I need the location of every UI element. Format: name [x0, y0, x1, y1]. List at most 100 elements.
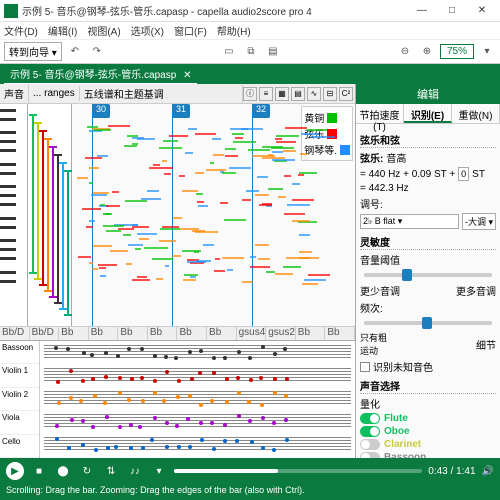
- bar-number[interactable]: 31: [172, 104, 190, 118]
- coarse-label: 只有粗 运动: [360, 331, 387, 357]
- voice-toggle[interactable]: Clarinet: [360, 439, 496, 450]
- staves[interactable]: [40, 341, 355, 458]
- loop-button[interactable]: ↻: [78, 462, 96, 480]
- chord-cell[interactable]: Bb: [118, 327, 148, 340]
- grid2-icon[interactable]: ▦: [275, 87, 289, 101]
- score-view[interactable]: BassoonViolin 1Violin 2ViolaCello: [0, 340, 355, 458]
- zoom-in-icon[interactable]: ⊕: [418, 43, 436, 61]
- doc-icon[interactable]: ▤: [264, 43, 282, 61]
- maximize-button[interactable]: □: [438, 1, 466, 21]
- chord-cell[interactable]: gsus2: [266, 327, 296, 340]
- chord-cell[interactable]: Bb: [177, 327, 207, 340]
- record-button[interactable]: ⬤: [54, 462, 72, 480]
- bar-number[interactable]: 30: [92, 104, 110, 118]
- editor-subheader: 声音 ... ranges 五线谱和主题基调 ⓘ ≡ ▦ ▤ ∿ ⊟ C²: [0, 84, 355, 104]
- freq-slider[interactable]: [364, 321, 492, 325]
- st-spinner[interactable]: 0: [458, 167, 469, 181]
- volume-slider[interactable]: [364, 273, 492, 277]
- tab-tempo[interactable]: 节拍速度(T): [356, 104, 404, 123]
- quantize-label: 量化: [360, 396, 496, 411]
- zoom-level[interactable]: 75%: [440, 44, 474, 59]
- voice-toggle[interactable]: Oboe: [360, 426, 496, 437]
- progress-bar[interactable]: [174, 469, 422, 473]
- zoom-out-icon[interactable]: ⊖: [396, 43, 414, 61]
- tab-close-icon[interactable]: ✕: [183, 70, 191, 81]
- time-display: 0:43 / 1:41: [428, 466, 475, 477]
- section-strings: 弦乐和弦: [360, 132, 496, 148]
- fewer-label: 更少音调: [360, 283, 400, 298]
- bar-number[interactable]: 32: [252, 104, 270, 118]
- play-button[interactable]: ▶: [6, 462, 24, 480]
- grid1-icon[interactable]: ≡: [259, 87, 273, 101]
- col-staff[interactable]: 五线谱和主题基调: [80, 84, 243, 103]
- metronome-button[interactable]: ♪♪: [126, 462, 144, 480]
- tab-label: 示例 5- 音乐@钢琴-弦乐-管乐.capasp: [10, 70, 176, 81]
- zoom-dropdown-icon[interactable]: ▾: [478, 43, 496, 61]
- wave-icon[interactable]: ∿: [307, 87, 321, 101]
- spectrogram-editor[interactable]: 黄铜弦乐钢琴等. 303132: [0, 104, 355, 326]
- chord-cell[interactable]: Bb: [148, 327, 178, 340]
- freq-row-1: = 440 Hz + 0.09 ST + 0 ST: [360, 167, 496, 181]
- section-voice: 声音选择: [360, 378, 496, 394]
- panel-tabs: 节拍速度(T) 识别(E) 重做(N): [356, 104, 500, 124]
- menu-options[interactable]: 选项(X): [131, 23, 164, 38]
- menu-edit[interactable]: 编辑(I): [48, 23, 77, 38]
- instrument-label: Bassoon: [0, 341, 39, 364]
- c2-button[interactable]: C²: [339, 87, 353, 101]
- pitch-label: 弦乐:: [360, 150, 383, 165]
- chord-cell[interactable]: Bb: [89, 327, 119, 340]
- app-icon: [4, 4, 18, 18]
- key-label: 调号:: [360, 196, 496, 211]
- pitch-value: 音高: [386, 150, 406, 165]
- menu-view[interactable]: 视图(A): [87, 23, 120, 38]
- undo-icon[interactable]: ↶: [66, 43, 84, 61]
- tool1-button[interactable]: ⇅: [102, 462, 120, 480]
- fine-label: 细节: [476, 337, 496, 352]
- stop-button[interactable]: ■: [30, 462, 48, 480]
- redo-icon[interactable]: ↷: [88, 43, 106, 61]
- volume-button[interactable]: ▾: [150, 462, 168, 480]
- chord-cell[interactable]: Bb: [296, 327, 326, 340]
- instrument-label: Viola: [0, 411, 39, 434]
- mode-select[interactable]: -大调 ▾: [462, 213, 496, 230]
- instrument-labels: BassoonViolin 1Violin 2ViolaCello: [0, 341, 40, 458]
- unknown-check[interactable]: 识别未知音色: [360, 359, 496, 374]
- right-panel: 编辑 节拍速度(T) 识别(E) 重做(N) 弦乐和弦 弦乐: 音高 = 440…: [355, 84, 500, 458]
- menubar: 文件(D) 编辑(I) 视图(A) 选项(X) 窗口(F) 帮助(H): [0, 22, 500, 40]
- tab-redo[interactable]: 重做(N): [452, 104, 500, 123]
- recognize-panel: 弦乐和弦 弦乐: 音高 = 440 Hz + 0.09 ST + 0 ST = …: [356, 124, 500, 458]
- menu-window[interactable]: 窗口(F): [174, 23, 207, 38]
- chord-cell[interactable]: Bb: [59, 327, 89, 340]
- spectrogram-canvas[interactable]: 黄铜弦乐钢琴等. 303132: [72, 104, 355, 326]
- volume-label: 音量阈值: [360, 252, 496, 267]
- copy-icon[interactable]: ⧉: [242, 43, 260, 61]
- col-ranges[interactable]: ... ranges: [29, 86, 80, 101]
- menu-help[interactable]: 帮助(H): [217, 23, 251, 38]
- info-icon[interactable]: ⓘ: [243, 87, 257, 101]
- save-icon[interactable]: ▭: [220, 43, 238, 61]
- chord-cell[interactable]: Bb/D: [0, 327, 30, 340]
- grid3-icon[interactable]: ▤: [291, 87, 305, 101]
- menu-file[interactable]: 文件(D): [4, 23, 38, 38]
- document-tab[interactable]: 示例 5- 音乐@钢琴-弦乐-管乐.capasp ✕: [4, 64, 197, 85]
- status-bar: Scrolling: Drag the bar. Zooming: Drag t…: [0, 484, 500, 500]
- chord-cell[interactable]: Bb: [325, 327, 355, 340]
- chord-cell[interactable]: Bb: [207, 327, 237, 340]
- nav-wizard-dropdown[interactable]: 转到向导 ▾: [4, 42, 62, 61]
- key-select[interactable]: 2♭ B flat ▾: [360, 214, 459, 229]
- voice-toggle[interactable]: Flute: [360, 413, 496, 424]
- chord-cell[interactable]: Bb/D: [30, 327, 60, 340]
- chord-cell[interactable]: gsus4: [237, 327, 267, 340]
- bars-icon[interactable]: ⊟: [323, 87, 337, 101]
- document-tabbar: 示例 5- 音乐@钢琴-弦乐-管乐.capasp ✕: [0, 64, 500, 84]
- col-voice[interactable]: 声音: [0, 84, 29, 103]
- panel-header: 编辑: [356, 84, 500, 104]
- chord-bar: Bb/DBb/DBbBbBbBbBbBbgsus4gsus2BbBb: [0, 326, 355, 340]
- window-title: 示例 5- 音乐@钢琴-弦乐-管乐.capasp - capella audio…: [22, 3, 408, 18]
- speaker-icon[interactable]: 🔊: [482, 466, 494, 477]
- minimize-button[interactable]: —: [408, 1, 436, 21]
- close-button[interactable]: ✕: [468, 1, 496, 21]
- piano-keyboard[interactable]: [0, 104, 28, 326]
- tab-recognize[interactable]: 识别(E): [404, 104, 452, 123]
- freq-label: 频次:: [360, 300, 496, 315]
